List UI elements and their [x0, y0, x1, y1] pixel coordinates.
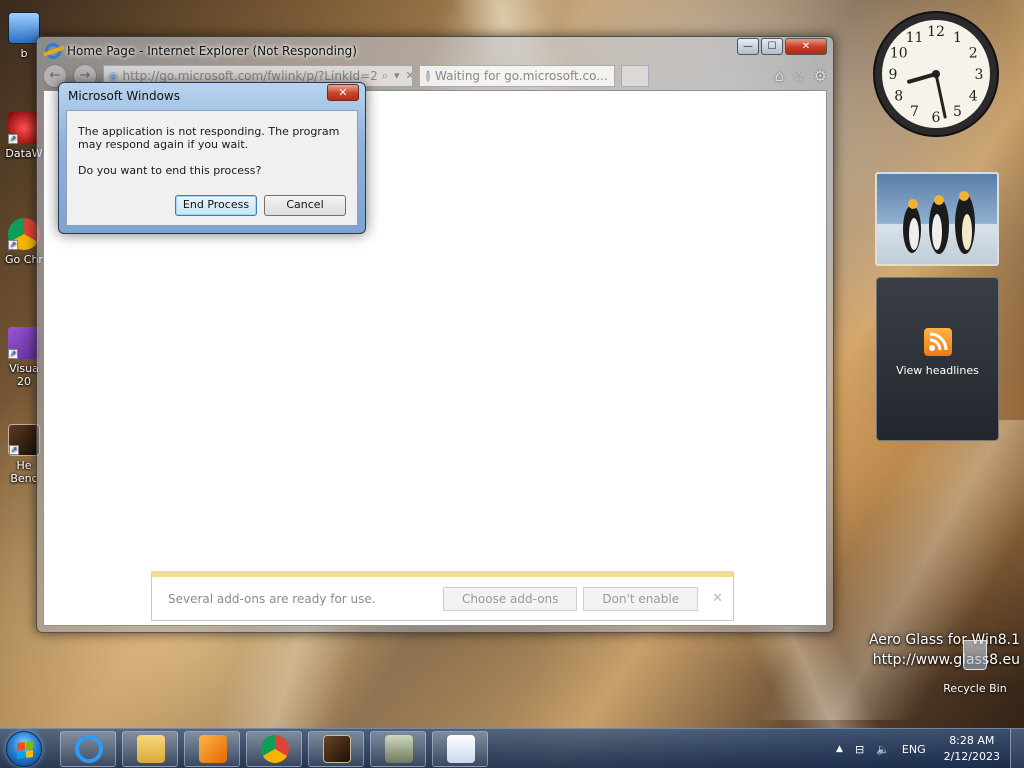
taskbar-chrome[interactable] — [246, 731, 302, 767]
clock-number: 8 — [894, 89, 903, 105]
clock-number: 12 — [927, 24, 945, 40]
clock-number: 5 — [953, 104, 962, 120]
dropdown-icon[interactable]: ▾ — [394, 69, 400, 83]
windows-logo-icon — [17, 741, 33, 759]
taskbar-monitor-app[interactable] — [370, 731, 426, 767]
system-tray: ▲ ⊟ 🔈 ENG 8:28 AM 2/12/2023 — [830, 729, 1024, 768]
taskbar-clock[interactable]: 8:28 AM 2/12/2023 — [944, 733, 1000, 765]
recycle-bin-label: Recycle Bin — [943, 682, 1007, 695]
clock-number: 3 — [975, 67, 984, 83]
start-button[interactable] — [6, 731, 42, 767]
taskbar: ▲ ⊟ 🔈 ENG 8:28 AM 2/12/2023 — [0, 728, 1024, 768]
volume-icon[interactable]: 🔈 — [876, 743, 890, 756]
slideshow-gadget[interactable] — [875, 172, 999, 266]
taskbar-file-explorer[interactable] — [122, 731, 178, 767]
language-indicator[interactable]: ENG — [902, 743, 926, 756]
rss-icon — [923, 328, 952, 356]
feed-headlines-gadget[interactable]: View headlines — [876, 277, 999, 441]
end-process-button[interactable]: End Process — [175, 195, 257, 216]
stop-icon[interactable]: ✕ — [406, 69, 413, 83]
shortcut-arrow-icon: ↗ — [8, 134, 18, 144]
forward-arrow-icon: → — [79, 68, 91, 83]
clock-number: 1 — [953, 30, 962, 46]
close-button[interactable]: ✕ — [785, 38, 827, 55]
taskbar-text-editor[interactable] — [432, 731, 488, 767]
desktop-icon-label: He Benc — [10, 459, 38, 485]
tab-home-page[interactable]: Waiting for go.microsoft.co... ✕ — [419, 65, 615, 87]
dont-enable-button[interactable]: Don't enable — [583, 586, 699, 611]
clock-gadget[interactable]: 12 1 2 3 4 5 6 7 8 9 10 11 — [872, 10, 1000, 138]
recycle-bin-icon — [963, 640, 987, 670]
shortcut-arrow-icon: ↗ — [8, 349, 18, 359]
dialog-body: The application is not responding. The p… — [66, 110, 358, 226]
view-headlines-label: View headlines — [896, 364, 979, 377]
shortcut-arrow-icon: ↗ — [8, 240, 18, 250]
taskbar-heaven-benchmark[interactable] — [308, 731, 364, 767]
choose-add-ons-button[interactable]: Choose add-ons — [442, 586, 578, 611]
clock-time: 8:28 AM — [949, 734, 995, 747]
new-tab-button[interactable] — [621, 65, 649, 87]
notification-text: Several add-ons are ready for use. — [168, 591, 376, 606]
dialog-title: Microsoft Windows — [68, 89, 180, 103]
tab-close-icon[interactable]: ✕ — [613, 71, 614, 82]
desktop-icon-label: b — [20, 47, 28, 60]
taskbar-internet-explorer[interactable] — [60, 731, 116, 767]
ie-titlebar[interactable]: Home Page - Internet Explorer (Not Respo… — [45, 41, 733, 61]
network-icon[interactable]: ⊟ — [855, 743, 864, 756]
not-responding-dialog: Microsoft Windows ✕ The application is n… — [58, 82, 366, 234]
search-icon[interactable]: ⌕ — [382, 69, 388, 83]
favorites-star-icon[interactable]: ☆ — [792, 67, 805, 85]
penguins-photo — [903, 191, 975, 254]
chrome-icon — [261, 735, 289, 763]
page-icon: ◉ — [108, 69, 119, 83]
media-player-icon — [199, 735, 227, 763]
ie-tools: ⌂ ☆ ⚙ — [775, 67, 827, 85]
clock-number: 7 — [910, 104, 919, 120]
clock-number: 2 — [969, 46, 978, 62]
dialog-close-button[interactable]: ✕ — [327, 84, 359, 101]
desktop-icon-recycle-bin[interactable]: Recycle Bin — [940, 640, 1010, 695]
clock-number: 4 — [969, 89, 978, 105]
internet-explorer-icon — [45, 43, 61, 59]
window-title: Home Page - Internet Explorer (Not Respo… — [67, 44, 357, 58]
address-text: http://go.microsoft.com/fwlink/p/?LinkId… — [122, 69, 378, 83]
home-icon[interactable]: ⌂ — [775, 67, 785, 85]
notification-close-icon[interactable]: ✕ — [712, 591, 723, 606]
cancel-button[interactable]: Cancel — [264, 195, 346, 216]
folder-icon — [137, 735, 165, 763]
maximize-button[interactable]: ☐ — [761, 38, 783, 55]
dialog-question: Do you want to end this process? — [78, 164, 262, 177]
clock-number: 10 — [890, 46, 908, 62]
loading-spinner-icon — [426, 70, 430, 82]
clock-number: 11 — [906, 30, 924, 46]
clock-face: 12 12 3 45678 9 1011 — [873, 11, 999, 137]
tab-title: Waiting for go.microsoft.co... — [435, 69, 608, 83]
shortcut-arrow-icon: ↗ — [9, 445, 19, 455]
minimize-button[interactable]: — — [737, 38, 759, 55]
gear-icon[interactable]: ⚙ — [814, 67, 827, 85]
monitor-icon — [385, 735, 413, 763]
window-controls: — ☐ ✕ — [737, 38, 827, 55]
show-desktop-button[interactable] — [1010, 729, 1024, 768]
notification-bar: Several add-ons are ready for use. Choos… — [151, 571, 734, 621]
clock-date: 2/12/2023 — [943, 750, 1000, 763]
heaven-benchmark-icon — [323, 735, 351, 763]
taskbar-media-player[interactable] — [184, 731, 240, 767]
clock-number: 9 — [889, 67, 898, 83]
desktop-icon-label: Visua 20 — [9, 362, 39, 388]
document-icon — [447, 735, 475, 763]
dialog-message: The application is not responding. The p… — [78, 125, 340, 151]
computer-icon — [8, 12, 40, 44]
internet-explorer-icon — [75, 735, 103, 763]
show-hidden-icons-button[interactable]: ▲ — [836, 744, 843, 754]
back-arrow-icon: ← — [49, 68, 61, 83]
address-actions: ⌕ ▾ ✕ — [382, 69, 413, 83]
clock-number: 6 — [932, 110, 941, 126]
